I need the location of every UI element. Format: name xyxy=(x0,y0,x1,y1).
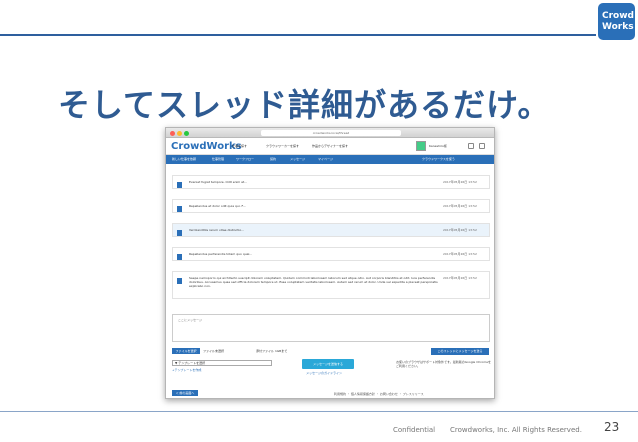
logo-line-1: Crowd xyxy=(602,11,634,21)
confidential-label: Confidential xyxy=(393,426,436,434)
message-time: 2017年05月26日 13:52 xyxy=(443,252,477,256)
top-divider xyxy=(0,34,596,36)
list-item[interactable]: Eveniet fugiat tempore. Odit enim at... … xyxy=(172,175,490,189)
browser-notice: お使いのブラウザはサポート対象外です。最新版のGoogle Chromeをご利用… xyxy=(396,360,492,368)
footer-divider xyxy=(0,411,638,412)
message-time: 2017年05月26日 13:52 xyxy=(443,276,477,280)
message-icon xyxy=(177,206,182,212)
choose-file-button[interactable]: ファイルを選択 xyxy=(172,348,200,354)
address-bar[interactable]: crowdworks.local/thread xyxy=(261,130,401,136)
file-status: ファイル未選択 xyxy=(203,349,225,353)
template-select[interactable]: ▼ テンプレートを選択 xyxy=(172,360,272,366)
close-window-icon[interactable] xyxy=(170,131,175,136)
message-time: 2017年05月26日 13:52 xyxy=(443,204,477,208)
app-header: CrowdWorks 仕事を探す クラウドワーカーを探す 作品からデザイナーを探… xyxy=(166,138,494,155)
list-item[interactable]: Repellendus et dolor odit quia qui. F...… xyxy=(172,199,490,213)
message-time: 2017年05月26日 13:52 xyxy=(443,228,477,232)
notification-icon[interactable] xyxy=(468,143,474,149)
message-icon xyxy=(177,254,182,260)
message-text: Eveniet fugiat tempore. Odit enim at... xyxy=(189,180,248,184)
list-item[interactable]: Saepe nemoporro qui architecto suscipit … xyxy=(172,271,490,299)
message-text: Saepe nemoporro qui architecto suscipit … xyxy=(189,276,438,288)
find-designer-link[interactable]: 作品からデザイナーを探す xyxy=(312,144,348,148)
nav-contract[interactable]: 契約 xyxy=(270,157,276,161)
list-item[interactable]: Repellendus perferendis totam quo qual..… xyxy=(172,247,490,261)
message-input[interactable] xyxy=(172,314,490,342)
window-titlebar: crowdworks.local/thread xyxy=(166,128,494,138)
app-nav: 新しい仕事を依頼 仕事管理 ワークフロー 契約 メッセージ マイページ クラウド… xyxy=(166,155,494,164)
nav-right-link[interactable]: クラウドワークスを使う xyxy=(422,157,455,161)
create-template-link[interactable]: +テンプレートを作成 xyxy=(172,368,201,372)
nav-job-manage[interactable]: 仕事管理 xyxy=(212,157,224,161)
message-text: Vel blanditiis rerum vitae distinctio... xyxy=(189,228,244,232)
message-text: Repellendus perferendis totam quo qual..… xyxy=(189,252,253,256)
zoom-window-icon[interactable] xyxy=(184,131,189,136)
avatar[interactable] xyxy=(416,141,426,151)
nav-workflow[interactable]: ワークフロー xyxy=(236,157,254,161)
message-text: Repellendus et dolor odit quia qui. F... xyxy=(189,204,246,208)
find-job-link[interactable]: 仕事を探す xyxy=(232,144,247,148)
logo-line-2: Works xyxy=(602,22,634,32)
message-icon xyxy=(177,278,182,284)
crowdworks-logo: Crowd Works xyxy=(598,3,635,40)
back-button[interactable]: ＜ 前の画面へ xyxy=(172,390,198,396)
list-item[interactable]: Vel blanditiis rerum vitae distinctio...… xyxy=(172,223,490,237)
guideline-link[interactable]: メッセージのガイドライン xyxy=(306,371,342,375)
send-message-button[interactable]: メッセージを送信する xyxy=(302,359,354,369)
copyright: Crowdworks, Inc. All Rights Reserved. xyxy=(450,426,582,434)
slide-title: そしてスレッド詳細があるだけ。 xyxy=(58,86,551,124)
message-time: 2017年05月26日 13:52 xyxy=(443,180,477,184)
message-icon xyxy=(177,182,182,188)
page-number: 23 xyxy=(604,420,620,434)
nav-mypage[interactable]: マイページ xyxy=(318,157,333,161)
message-icon[interactable] xyxy=(479,143,485,149)
user-name[interactable]: Kaneshiro様 xyxy=(429,144,447,148)
find-worker-link[interactable]: クラウドワーカーを探す xyxy=(266,144,299,148)
footer-links[interactable]: 利用規約 ・ 個人情報保護方針 ・ お問い合わせ ・ プレスリリース xyxy=(334,392,424,396)
nav-new-job[interactable]: 新しい仕事を依頼 xyxy=(172,157,196,161)
minimize-window-icon[interactable] xyxy=(177,131,182,136)
send-thread-button[interactable]: このスレッドにメッセージを送る xyxy=(431,348,489,355)
file-limit: 添付ファイル 1GBまで xyxy=(256,349,288,353)
nav-message[interactable]: メッセージ xyxy=(290,157,305,161)
message-icon xyxy=(177,230,182,236)
browser-window: crowdworks.local/thread CrowdWorks 仕事を探す… xyxy=(165,127,495,399)
